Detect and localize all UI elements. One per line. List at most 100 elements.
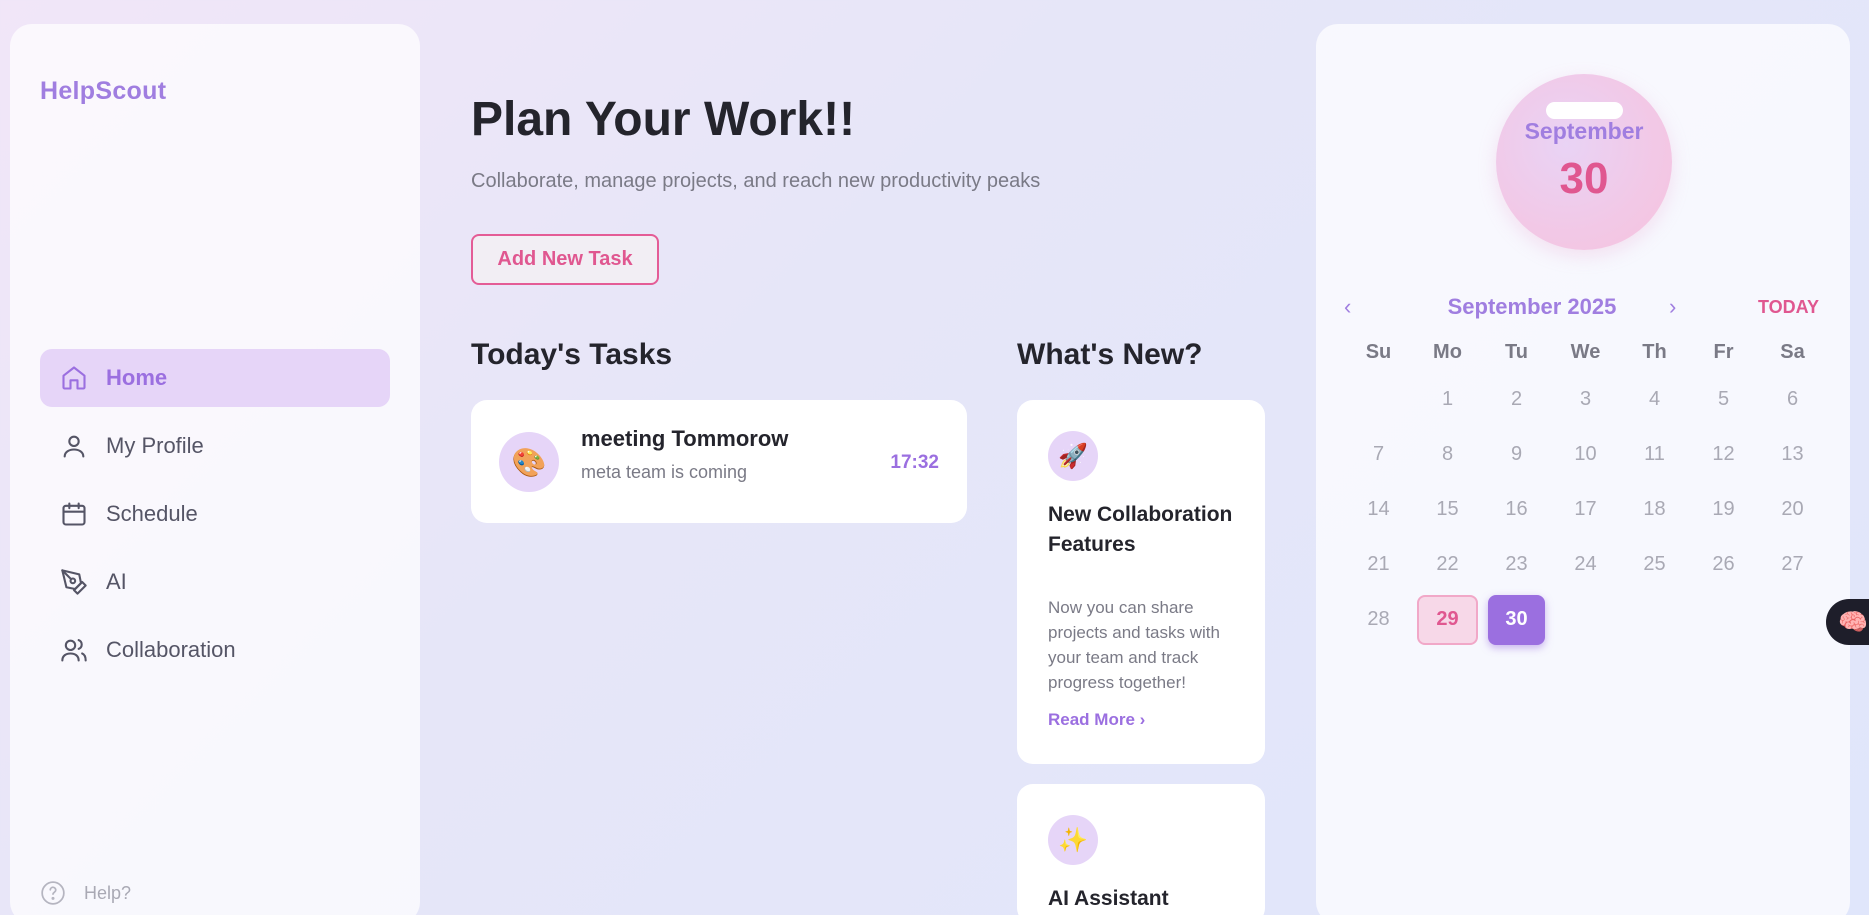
sidebar-item-my-profile[interactable]: My Profile — [40, 417, 390, 475]
page-title: Plan Your Work!! — [471, 93, 856, 146]
weekday-row: Su Mo Tu We Th Fr Sa — [1344, 332, 1827, 372]
weekday-label: Fr — [1713, 340, 1734, 363]
calendar-day[interactable]: 9 — [1482, 430, 1551, 480]
calendar-day[interactable]: 16 — [1482, 485, 1551, 535]
calendar-day[interactable]: 17 — [1551, 485, 1620, 535]
help-link[interactable]: Help? — [40, 880, 131, 906]
palette-icon: 🎨 — [499, 432, 559, 492]
sidebar-item-label: Collaboration — [106, 637, 236, 662]
today-button[interactable]: TODAY — [1758, 297, 1819, 318]
calendar-day-label: 18 — [1643, 498, 1666, 520]
calendar-day[interactable]: 21 — [1344, 540, 1413, 590]
calendar-day[interactable]: 20 — [1758, 485, 1827, 535]
weekday-label: Th — [1642, 340, 1667, 363]
calendar-icon — [60, 500, 88, 528]
calendar-day[interactable]: 15 — [1413, 485, 1482, 535]
calendar-day-label: 15 — [1436, 498, 1459, 520]
sidebar-nav: Home My Profile Schedule AI Collaboratio… — [40, 349, 390, 689]
read-more-link[interactable]: Read More › — [1048, 710, 1145, 730]
calendar-week-row: 7 8 9 10 11 12 13 — [1344, 427, 1827, 482]
calendar-empty-cell — [1689, 595, 1758, 645]
calendar-day-label: 10 — [1574, 443, 1597, 465]
calendar-day[interactable]: 1 — [1413, 375, 1482, 425]
task-time: 17:32 — [890, 452, 939, 473]
calendar-week-row: 28 29 30 — [1344, 592, 1827, 647]
date-badge: September 30 — [1496, 74, 1672, 250]
calendar-day-label: 25 — [1643, 553, 1666, 575]
calendar-day[interactable]: 12 — [1689, 430, 1758, 480]
date-badge-day: 30 — [1559, 154, 1609, 203]
calendar-week-row: 21 22 23 24 25 26 27 — [1344, 537, 1827, 592]
calendar-day[interactable]: 7 — [1344, 430, 1413, 480]
calendar-day[interactable]: 8 — [1413, 430, 1482, 480]
calendar-grid: Su Mo Tu We Th Fr Sa 1 2 3 4 5 6 7 8 9 10 11 12 13 14… — [1344, 332, 1827, 647]
prev-month-button[interactable]: ‹ — [1344, 294, 1351, 320]
calendar-day[interactable]: 24 — [1551, 540, 1620, 590]
calendar-day-label: 6 — [1786, 388, 1799, 410]
calendar-day[interactable]: 26 — [1689, 540, 1758, 590]
calendar-day[interactable]: 5 — [1689, 375, 1758, 425]
calendar-week-row: 14 15 16 17 18 19 20 — [1344, 482, 1827, 537]
weekday-label: Sa — [1780, 340, 1805, 363]
sidebar-item-label: My Profile — [106, 433, 204, 458]
calendar-week-row: 1 2 3 4 5 6 — [1344, 372, 1827, 427]
calendar-empty-cell — [1620, 595, 1689, 645]
ai-assistant-fab[interactable]: 🧠 — [1826, 599, 1869, 645]
calendar-day[interactable]: 6 — [1758, 375, 1827, 425]
calendar-day[interactable]: 19 — [1689, 485, 1758, 535]
calendar-day-label: 5 — [1717, 388, 1730, 410]
sidebar-item-collaboration[interactable]: Collaboration — [40, 621, 390, 679]
calendar-empty-cell — [1551, 595, 1620, 645]
calendar-day[interactable]: 25 — [1620, 540, 1689, 590]
next-month-button[interactable]: › — [1669, 294, 1676, 320]
calendar-day[interactable]: 10 — [1551, 430, 1620, 480]
calendar-day-label: 9 — [1510, 443, 1523, 465]
sidebar-item-schedule[interactable]: Schedule — [40, 485, 390, 543]
calendar-day[interactable]: 18 — [1620, 485, 1689, 535]
weekday-label: Su — [1365, 340, 1392, 363]
add-new-task-button[interactable]: Add New Task — [471, 234, 659, 285]
calendar-day[interactable]: 13 — [1758, 430, 1827, 480]
news-card: ✨ AI Assistant — [1017, 784, 1265, 915]
sidebar-item-ai[interactable]: AI — [40, 553, 390, 611]
sparkles-icon: ✨ — [1048, 815, 1098, 865]
tasks-heading: Today's Tasks — [471, 338, 673, 371]
calendar-day-label: 17 — [1574, 498, 1597, 520]
calendar-day-label: 24 — [1574, 553, 1597, 575]
calendar-day-label: 27 — [1781, 553, 1804, 575]
task-card[interactable]: 🎨 meeting Tommorow meta team is coming 1… — [471, 400, 967, 523]
calendar-day-label: 30 — [1488, 594, 1545, 645]
calendar-day-label: 11 — [1644, 443, 1665, 465]
calendar-day[interactable]: 4 — [1620, 375, 1689, 425]
calendar-day[interactable]: 11 — [1620, 430, 1689, 480]
calendar-day-label: 20 — [1781, 498, 1804, 520]
calendar-day-label: 29 — [1417, 594, 1478, 645]
calendar-day[interactable]: 27 — [1758, 540, 1827, 590]
help-circle-icon — [40, 880, 66, 906]
calendar-day-label: 2 — [1510, 388, 1523, 410]
calendar-day-label: 16 — [1505, 498, 1528, 520]
calendar-day-label: 26 — [1712, 553, 1735, 575]
pen-tool-icon — [60, 568, 88, 596]
brand-logo[interactable]: HelpScout — [40, 77, 166, 106]
calendar-empty-cell — [1758, 595, 1827, 645]
news-heading: What's New? — [1017, 338, 1203, 371]
calendar-month-title: September 2025 — [1447, 294, 1617, 319]
calendar-day-label: 3 — [1579, 388, 1592, 410]
calendar-panel: September 30 ‹ September 2025 › TODAY Su… — [1316, 24, 1850, 915]
sidebar: HelpScout Home My Profile Schedule AI Co… — [10, 24, 420, 915]
calendar-day[interactable]: 3 — [1551, 375, 1620, 425]
news-title: New Collaboration Features — [1048, 503, 1233, 556]
date-badge-month: September — [1524, 118, 1644, 144]
calendar-day[interactable]: 30 — [1482, 594, 1551, 645]
calendar-day[interactable]: 29 — [1413, 594, 1482, 645]
calendar-day[interactable]: 28 — [1344, 595, 1413, 645]
rocket-icon: 🚀 — [1048, 431, 1098, 481]
calendar-day[interactable]: 14 — [1344, 485, 1413, 535]
users-icon — [60, 636, 88, 664]
calendar-day[interactable]: 23 — [1482, 540, 1551, 590]
calendar-day-label: 13 — [1781, 443, 1804, 465]
sidebar-item-home[interactable]: Home — [40, 349, 390, 407]
calendar-day[interactable]: 22 — [1413, 540, 1482, 590]
calendar-day[interactable]: 2 — [1482, 375, 1551, 425]
